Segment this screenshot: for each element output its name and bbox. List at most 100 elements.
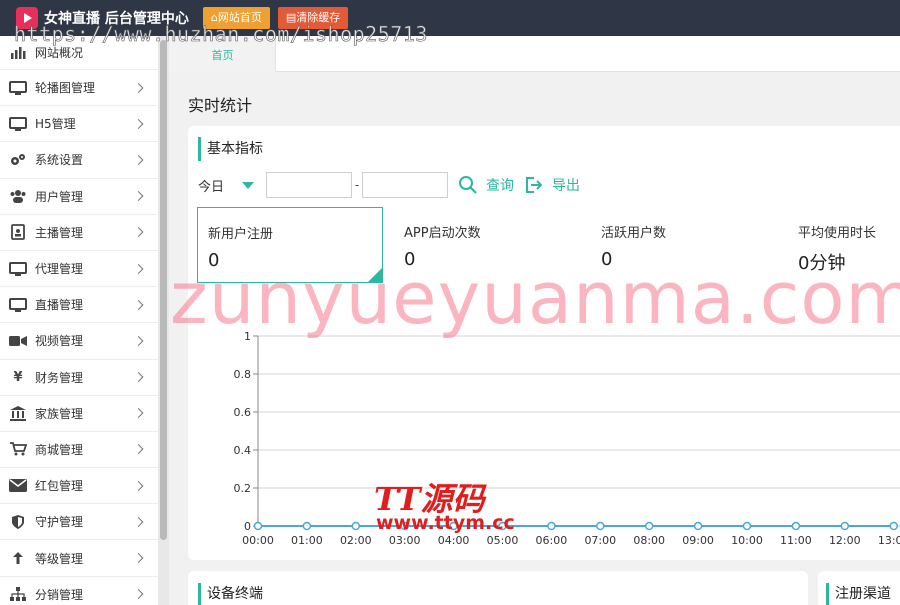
chevron-right-icon — [133, 372, 144, 383]
chevron-right-icon — [133, 444, 144, 455]
y-tick-label: 1 — [244, 330, 251, 343]
sidebar-item-label: 分销管理 — [35, 587, 84, 602]
sidebar-item[interactable]: 红包管理 — [0, 468, 158, 505]
clear-cache-button[interactable]: ▤清除缓存 — [277, 7, 349, 29]
export-button[interactable]: 导出 — [524, 175, 580, 195]
chevron-right-icon — [133, 191, 144, 202]
chevron-right-icon — [133, 516, 144, 527]
channels-title: 注册渠道 — [826, 583, 891, 605]
data-point — [547, 521, 556, 531]
data-point — [840, 521, 850, 531]
sidebar-item[interactable]: 用户管理 — [0, 179, 158, 215]
x-tick-label: 13:00 — [878, 534, 900, 547]
chevron-right-icon — [133, 553, 144, 563]
home-button[interactable]: ⌂网站首页 — [202, 7, 270, 29]
chevron-right-icon — [133, 227, 144, 238]
shield-icon — [9, 514, 27, 530]
gears-icon — [9, 152, 27, 168]
cart-icon — [9, 441, 27, 457]
sidebar-scrollbar[interactable] — [158, 36, 169, 605]
sidebar-item[interactable]: 视频管理 — [0, 323, 158, 360]
sidebar-item[interactable]: ¥ 财务管理 — [0, 360, 158, 396]
sidebar-item[interactable]: H5管理 — [0, 106, 158, 143]
sidebar-item-label: 代理管理 — [35, 262, 84, 277]
sidebar-item-label: 等级管理 — [35, 551, 84, 566]
metric-label: 活跃用户数 — [601, 226, 667, 241]
sidebar-item[interactable]: 网站概况 — [0, 36, 158, 70]
data-point — [791, 521, 801, 531]
sitemap-icon — [9, 586, 27, 602]
scrollbar-thumb[interactable] — [160, 40, 167, 540]
sidebar-item[interactable]: 分销管理 — [0, 577, 158, 605]
x-tick-label: 05:00 — [487, 534, 519, 547]
sidebar-item[interactable]: 代理管理 — [0, 251, 158, 288]
search-icon — [459, 176, 477, 194]
chevron-right-icon — [133, 263, 144, 274]
metric-value: 0 — [208, 250, 220, 271]
x-tick-label: 12:00 — [829, 534, 861, 547]
y-tick-label: 0.4 — [234, 444, 252, 457]
sidebar-item-label: 主播管理 — [35, 225, 84, 240]
sidebar-item-label: 网站概况 — [35, 46, 84, 60]
date-separator: - — [354, 178, 360, 192]
clear-cache-label: 清除缓存 — [296, 11, 341, 24]
page-title: 实时统计 — [188, 96, 253, 115]
metric-label: APP启动次数 — [404, 226, 481, 241]
chevron-right-icon — [133, 335, 144, 346]
chevron-right-icon — [133, 299, 144, 310]
data-point — [889, 521, 898, 531]
envelope-icon — [9, 478, 27, 494]
end-date-input[interactable] — [362, 172, 448, 198]
sidebar-item-label: 系统设置 — [35, 153, 84, 168]
monitor-icon — [9, 80, 27, 96]
metric-value: 0 — [404, 249, 416, 270]
data-point — [302, 521, 312, 531]
sidebar-item[interactable]: 轮播图管理 — [0, 70, 158, 107]
devices-title: 设备终端 — [198, 583, 263, 605]
logo-icon — [16, 7, 38, 29]
x-tick-label: 00:00 — [242, 534, 274, 547]
chevron-right-icon — [133, 82, 144, 93]
metric-active-users[interactable]: 活跃用户数 0 — [591, 207, 777, 283]
x-tick-label: 01:00 — [291, 534, 323, 547]
x-tick-label: 10:00 — [731, 534, 763, 547]
export-icon — [526, 177, 543, 193]
sidebar-item[interactable]: 主播管理 — [0, 215, 158, 251]
sidebar-item[interactable]: 商城管理 — [0, 432, 158, 469]
users-icon — [9, 188, 27, 204]
sidebar-item[interactable]: 系统设置 — [0, 142, 158, 179]
start-date-input[interactable] — [266, 172, 352, 198]
query-label: 查询 — [486, 178, 514, 194]
tab-bar: 首页 — [170, 36, 900, 72]
sidebar-item[interactable]: 直播管理 — [0, 287, 158, 324]
x-tick-label: 09:00 — [682, 534, 714, 547]
metric-label: 新用户注册 — [208, 227, 274, 242]
sidebar-item-label: 轮播图管理 — [35, 81, 96, 96]
monitor-icon — [9, 297, 27, 313]
monitor-icon — [9, 116, 27, 132]
metric-new-users[interactable]: 新用户注册 0 — [197, 207, 383, 283]
home-button-label: 网站首页 — [217, 11, 262, 24]
sidebar-item-label: H5管理 — [35, 117, 76, 132]
basic-metrics-title: 基本指标 — [198, 137, 263, 161]
sidebar-item[interactable]: 家族管理 — [0, 396, 158, 432]
caret-down-icon[interactable] — [242, 181, 254, 189]
metric-app-launches[interactable]: APP启动次数 0 — [394, 207, 580, 283]
period-select[interactable]: 今日 — [198, 176, 242, 195]
x-tick-label: 11:00 — [780, 534, 812, 547]
sidebar-item[interactable]: 等级管理 — [0, 540, 158, 577]
sidebar-item-label: 守护管理 — [35, 515, 84, 530]
metric-label: 平均使用时长 — [798, 226, 877, 241]
metric-avg-duration[interactable]: 平均使用时长 0分钟 — [788, 207, 900, 283]
sidebar-item-label: 视频管理 — [35, 334, 84, 349]
data-point — [498, 521, 507, 531]
sidebar-item-label: 直播管理 — [35, 298, 84, 313]
bank-icon — [9, 405, 27, 422]
query-button[interactable]: 查询 — [458, 175, 514, 195]
id-badge-icon — [9, 224, 27, 241]
tab-home[interactable]: 首页 — [170, 36, 276, 72]
selected-corner-icon — [367, 267, 383, 283]
chevron-right-icon — [133, 408, 144, 419]
sidebar-item[interactable]: 守护管理 — [0, 504, 158, 541]
top-header: 女神直播 后台管理中心 ⌂网站首页 ▤清除缓存 — [0, 0, 900, 36]
